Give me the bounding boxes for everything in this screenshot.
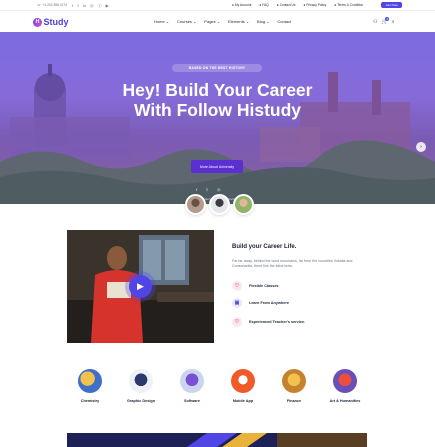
hero-tagline: BASED ON THE BEST HISTORY bbox=[172, 64, 262, 72]
category-label: Graphic Design bbox=[126, 399, 156, 403]
hero-section: BASED ON THE BEST HISTORY Hey! Build You… bbox=[0, 32, 435, 204]
career-heading: Build your Career Life. bbox=[232, 244, 297, 250]
mail-icon: ● bbox=[276, 3, 279, 7]
top-link-faq[interactable]: ● FAQ bbox=[259, 3, 268, 7]
menu-item-courses[interactable]: Courses ⌄ bbox=[177, 19, 196, 24]
book-icon: ▣ bbox=[232, 298, 242, 308]
category-graphic-design[interactable]: Graphic Design bbox=[117, 369, 165, 403]
phone-number: +1-202-555-0174 bbox=[42, 3, 68, 7]
menu-item-elements[interactable]: Elements ⌄ bbox=[228, 19, 249, 24]
avatar bbox=[209, 194, 230, 215]
top-link-my-account[interactable]: ● My Account bbox=[232, 3, 251, 7]
menu-item-home[interactable]: Home ⌄ bbox=[154, 19, 169, 24]
hero-title-line1: Hey! Build Your Career bbox=[122, 80, 313, 100]
category-label: Art & Humanities bbox=[329, 399, 361, 403]
play-icon[interactable]: ▶ bbox=[129, 275, 152, 298]
chevron-down-icon: ⌄ bbox=[266, 19, 270, 24]
mobile-app-icon bbox=[231, 369, 255, 393]
top-link-privacy[interactable]: ● Privacy Policy bbox=[303, 3, 326, 7]
phone-icon: ☏ bbox=[37, 3, 41, 7]
graphic-design-icon bbox=[129, 369, 153, 393]
category-mobile-app[interactable]: Mobile App bbox=[219, 369, 267, 403]
finance-icon bbox=[282, 369, 306, 393]
promo-banner-image bbox=[67, 433, 367, 447]
youtube-icon[interactable]: ▶ bbox=[106, 3, 109, 8]
nav-actions: ⚇ 🛒 0 ⌕ bbox=[373, 16, 395, 25]
menu-item-blog[interactable]: Blog ⌄ bbox=[257, 19, 269, 24]
phone-contact[interactable]: ☏ +1-202-555-0174 bbox=[37, 3, 67, 7]
shield-icon: ● bbox=[303, 3, 306, 7]
chevron-down-icon: ⌄ bbox=[245, 19, 250, 24]
chevron-down-icon: ⌄ bbox=[216, 19, 220, 24]
user-icon: ● bbox=[232, 3, 234, 7]
facebook-icon[interactable]: f bbox=[196, 187, 197, 192]
hero-title-line2: With Follow Histudy bbox=[133, 100, 302, 120]
avatar bbox=[233, 194, 254, 215]
menu-item-contact[interactable]: Contact bbox=[277, 19, 291, 24]
category-software[interactable]: Software bbox=[168, 369, 216, 403]
skype-icon[interactable]: ⓢ bbox=[98, 3, 102, 8]
student-avatars bbox=[185, 194, 254, 215]
faq-icon: ● bbox=[259, 3, 262, 7]
category-label: Software bbox=[183, 399, 201, 403]
twitter-icon[interactable]: 𝕥 bbox=[77, 3, 79, 8]
category-finance[interactable]: Finance bbox=[270, 369, 318, 403]
logo[interactable]: H Study bbox=[33, 17, 69, 27]
heart-icon: ♡ bbox=[232, 281, 242, 291]
join-now-button[interactable]: Join Now bbox=[381, 2, 402, 8]
career-video[interactable]: ▶ bbox=[67, 230, 214, 343]
top-links: ● My Account ● FAQ ● Contact Us ● Privacy Po… bbox=[232, 3, 363, 7]
user-icon[interactable]: ⚇ bbox=[373, 19, 377, 25]
linkedin-icon[interactable]: in bbox=[83, 3, 86, 8]
category-label: Finance bbox=[286, 399, 302, 403]
main-menu: Home ⌄ Courses ⌄ Pages ⌄ Elements ⌄ Blog ⌄ Co… bbox=[154, 19, 291, 24]
document-icon: ● bbox=[334, 3, 337, 7]
feature-label: Experienced Teacher's service. bbox=[249, 320, 306, 324]
chemistry-icon bbox=[78, 369, 102, 393]
feature-experienced-teachers: ♡ Experienced Teacher's service. bbox=[232, 317, 305, 327]
career-description: Far far away, behind the word mountains,… bbox=[232, 259, 353, 268]
category-art-humanities[interactable]: Art & Humanities bbox=[321, 369, 369, 403]
heart-icon: ♡ bbox=[232, 317, 242, 327]
chevron-down-icon: ⌄ bbox=[165, 19, 170, 24]
cart-count: 0 bbox=[385, 16, 390, 21]
chevron-down-icon: ⌄ bbox=[192, 19, 197, 24]
feature-label: Learn From Anywhere bbox=[249, 301, 289, 305]
promo-banner bbox=[67, 433, 367, 447]
feature-flexible-classes: ♡ Flexible Classes bbox=[232, 281, 279, 291]
next-slide-arrow-icon[interactable]: › bbox=[416, 142, 426, 152]
hero-social-links: f 𝕥 ◎ bbox=[196, 187, 221, 192]
social-links: f 𝕥 in ◎ ⓢ ▶ bbox=[72, 3, 109, 8]
feature-label: Flexible Classes bbox=[249, 284, 279, 288]
more-about-university-button[interactable]: More About University bbox=[191, 160, 243, 173]
twitter-icon[interactable]: 𝕥 bbox=[206, 187, 208, 192]
top-bar: ☏ +1-202-555-0174 f 𝕥 in ◎ ⓢ ▶ ● My Accou… bbox=[0, 0, 435, 11]
main-navbar: H Study Home ⌄ Courses ⌄ Pages ⌄ Elements ⌄ … bbox=[0, 11, 435, 32]
menu-item-pages[interactable]: Pages ⌄ bbox=[204, 19, 220, 24]
facebook-icon[interactable]: f bbox=[72, 3, 73, 8]
feature-learn-anywhere: ▣ Learn From Anywhere bbox=[232, 298, 289, 308]
instagram-icon[interactable]: ◎ bbox=[90, 3, 94, 8]
search-icon[interactable]: ⌕ bbox=[392, 19, 395, 25]
cart-icon[interactable]: 🛒 0 bbox=[381, 16, 390, 25]
category-label: Chemistry bbox=[80, 399, 100, 403]
category-chemistry[interactable]: Chemistry bbox=[66, 369, 114, 403]
software-icon bbox=[180, 369, 204, 393]
avatar bbox=[185, 194, 206, 215]
logo-mark: H bbox=[33, 17, 42, 27]
top-link-contact[interactable]: ● Contact Us bbox=[277, 3, 296, 7]
art-humanities-icon bbox=[333, 369, 357, 393]
top-link-terms[interactable]: ● Terms & Condition bbox=[334, 3, 363, 7]
logo-text: Study bbox=[43, 17, 69, 27]
category-label: Mobile App bbox=[232, 399, 254, 403]
instagram-icon[interactable]: ◎ bbox=[217, 187, 221, 192]
